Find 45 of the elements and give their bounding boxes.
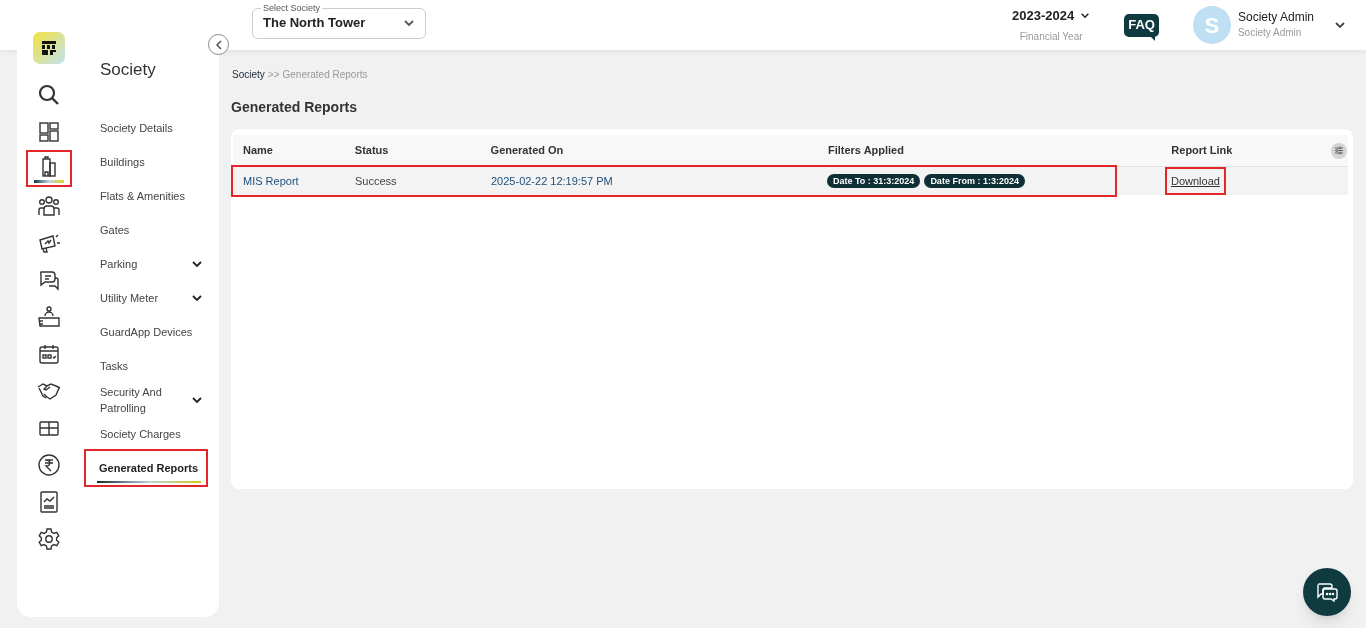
nav-item[interactable]: Society Charges	[87, 416, 207, 451]
nav-item[interactable]: Society Details	[87, 110, 207, 145]
chat-bubbles-icon	[1316, 582, 1338, 602]
report-name[interactable]: MIS Report	[233, 172, 345, 190]
download-link[interactable]: Download	[1167, 168, 1224, 194]
nav-item[interactable]: Buildings	[87, 144, 207, 179]
settings-icon	[37, 526, 61, 551]
section-title: Society	[99, 59, 157, 81]
nav-item[interactable]: Flats & Amenities	[87, 178, 207, 213]
chevron-down-icon	[403, 19, 415, 27]
user-menu[interactable]: Society Admin Society Admin	[1237, 10, 1314, 40]
financial-year-selector[interactable]: 2023-2024 Financial Year	[1012, 5, 1091, 45]
search-icon	[37, 82, 61, 107]
column-header: Name	[242, 143, 274, 159]
filter-tag: Date To : 31:3:2024	[827, 174, 921, 188]
dashboard-icon	[37, 119, 61, 144]
chevron-down-icon	[1080, 12, 1091, 19]
table-settings-icon[interactable]	[1331, 142, 1347, 159]
rupee-icon	[37, 452, 61, 477]
chevron-left-icon	[214, 39, 223, 50]
breadcrumb-link[interactable]: Society	[232, 66, 265, 82]
column-header: Status	[353, 143, 390, 159]
nav-item[interactable]: Generated Reports	[86, 450, 206, 485]
nav-item[interactable]: Security And Patrolling	[87, 382, 207, 417]
sidebar-icon-button[interactable]	[26, 150, 72, 187]
column-header: Report Link	[1170, 143, 1234, 159]
filter-tag: Date From : 1:3:2024	[924, 174, 1025, 188]
column-header: Filters Applied	[826, 143, 905, 159]
table-cell-text: 2025-02-22 12:19:57 PM	[490, 173, 614, 189]
breadcrumb-separator: >>	[267, 67, 280, 82]
nav-item[interactable]: Gates	[87, 212, 207, 247]
report-icon	[37, 489, 61, 514]
app-logo	[33, 32, 65, 64]
table-cell-text: Success	[354, 173, 398, 189]
chevron-down-icon	[1334, 21, 1346, 29]
people-icon	[37, 193, 61, 218]
nav-item[interactable]: Utility Meter	[87, 280, 207, 315]
desk-icon	[37, 304, 61, 329]
chat-button[interactable]	[1303, 568, 1351, 616]
breadcrumb-current: Generated Reports	[282, 67, 368, 82]
nav-item[interactable]: Tasks	[87, 348, 207, 383]
column-header: Generated On	[489, 143, 565, 159]
nav-item[interactable]: Parking	[87, 246, 207, 281]
nav-item[interactable]: GuardApp Devices	[87, 314, 207, 349]
page-title: Generated Reports	[231, 98, 359, 117]
